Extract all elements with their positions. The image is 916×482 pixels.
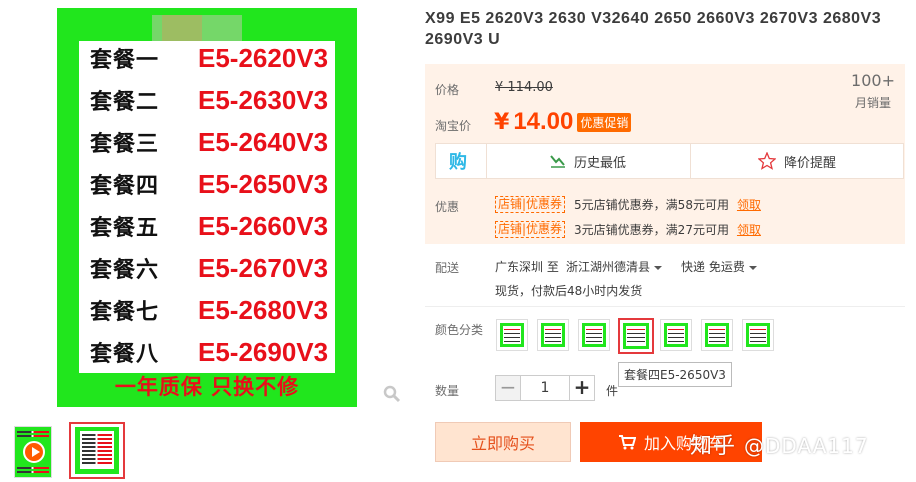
ship-method-select[interactable]: 快递 免运费 xyxy=(681,258,757,275)
package-row: 套餐一 E5-2620V3 xyxy=(90,38,340,78)
package-name: 套餐七 xyxy=(90,299,160,325)
ship-from: 广东深圳 至 xyxy=(495,260,559,274)
package-model: E5-2640V3 xyxy=(198,126,329,157)
package-name: 套餐二 xyxy=(90,89,160,115)
sales-label: 月销量 xyxy=(854,96,891,110)
zoom-icon[interactable] xyxy=(383,385,401,403)
color-option[interactable] xyxy=(496,319,528,351)
coupon-row: 店铺|优惠券 3元店铺优惠券，满27元可用 领取 xyxy=(495,221,761,238)
sales-count: 100+ xyxy=(851,71,895,90)
coupon-tag: 店铺|优惠券 xyxy=(495,196,566,213)
ship-to-select[interactable]: 浙江湖州德清县 xyxy=(566,258,663,275)
star-icon xyxy=(757,152,776,170)
thumbnail-image-selected[interactable] xyxy=(69,422,125,479)
coupon-text: 5元店铺优惠券，满58元可用 xyxy=(574,198,729,212)
current-price-group: ¥ 14.00 优惠促销 xyxy=(494,108,632,136)
coupon-text: 3元店铺优惠券，满27元可用 xyxy=(574,223,729,237)
currency-symbol: ¥ xyxy=(494,109,510,135)
package-name: 套餐三 xyxy=(90,131,160,157)
coupon-get-link[interactable]: 领取 xyxy=(737,221,761,238)
package-row: 套餐三 E5-2640V3 xyxy=(90,122,340,162)
package-row: 套餐二 E5-2630V3 xyxy=(90,80,340,120)
coupon-row: 店铺|优惠券 5元店铺优惠券，满58元可用 领取 xyxy=(495,196,761,213)
color-tooltip: 套餐四E5-2650V3 xyxy=(618,362,732,387)
package-model: E5-2690V3 xyxy=(198,336,329,367)
trend-down-icon xyxy=(550,155,565,168)
package-row: 套餐五 E5-2660V3 xyxy=(90,206,340,246)
package-row: 套餐八 E5-2690V3 xyxy=(90,332,340,372)
chevron-down-icon xyxy=(654,265,663,270)
watermark-brand: 知乎 xyxy=(690,434,737,459)
divider xyxy=(425,306,905,307)
package-name: 套餐五 xyxy=(90,215,160,241)
ship-method: 快递 免运费 xyxy=(681,260,745,274)
taobao-price-label: 淘宝价 xyxy=(435,119,472,133)
price-alert-label: 降价提醒 xyxy=(783,155,836,171)
coupon-label: 优惠 xyxy=(435,200,460,214)
coupon-get-link[interactable]: 领取 xyxy=(737,196,761,213)
quantity-plus-button[interactable]: + xyxy=(569,375,595,401)
history-lowest-button[interactable]: 历史最低 xyxy=(486,144,691,178)
thumbnail-video[interactable] xyxy=(14,426,52,478)
buy-now-button[interactable]: 立即购买 xyxy=(435,422,571,462)
history-lowest-label: 历史最低 xyxy=(573,155,626,171)
ship-to: 浙江湖州德清县 xyxy=(566,260,651,274)
color-option[interactable] xyxy=(578,319,610,351)
package-name: 套餐八 xyxy=(90,341,160,367)
package-name: 套餐六 xyxy=(90,257,160,283)
color-option-selected[interactable] xyxy=(618,318,654,354)
color-option[interactable] xyxy=(701,319,733,351)
package-model: E5-2630V3 xyxy=(198,84,329,115)
buy-now-label: 立即购买 xyxy=(470,434,535,453)
watermark-user: @DDAA117 xyxy=(744,434,869,458)
package-model: E5-2660V3 xyxy=(198,210,329,241)
color-label: 颜色分类 xyxy=(435,323,484,337)
original-price: ¥ 114.00 xyxy=(495,80,553,95)
zhihu-watermark: 知乎 @DDAA117 xyxy=(690,428,869,460)
package-model: E5-2620V3 xyxy=(198,42,329,73)
delivery-label: 配送 xyxy=(435,261,460,275)
svg-text:购: 购 xyxy=(449,151,467,172)
package-model: E5-2680V3 xyxy=(198,294,329,325)
package-name: 套餐四 xyxy=(90,173,160,199)
delivery-note: 现货，付款后48小时内发货 xyxy=(495,284,643,298)
package-row: 套餐六 E5-2670V3 xyxy=(90,248,340,288)
current-price: 14.00 xyxy=(513,108,574,135)
quantity-input[interactable]: 1 xyxy=(521,375,569,401)
price-history-bar: 购 历史最低 降价提醒 xyxy=(435,143,904,179)
chevron-down-icon xyxy=(748,265,757,270)
color-option[interactable] xyxy=(660,319,692,351)
coupon-tag: 店铺|优惠券 xyxy=(495,221,566,238)
taobao-gou-icon: 购 xyxy=(436,144,487,178)
color-option[interactable] xyxy=(537,319,569,351)
cart-icon xyxy=(618,435,636,450)
package-name: 套餐一 xyxy=(90,47,160,73)
quantity-minus-button[interactable]: − xyxy=(495,375,521,401)
color-option[interactable] xyxy=(742,319,774,351)
package-row: 套餐四 E5-2650V3 xyxy=(90,164,340,204)
package-row: 套餐七 E5-2680V3 xyxy=(90,290,340,330)
play-icon[interactable] xyxy=(23,441,45,463)
warranty-text: 一年质保 只换不修 xyxy=(114,375,300,399)
package-model: E5-2670V3 xyxy=(198,252,329,283)
product-title: X99 E5 2620V3 2630 V32640 2650 2660V3 26… xyxy=(425,10,882,48)
main-product-image[interactable]: 套餐一 E5-2620V3 套餐二 E5-2630V3 套餐三 E5-2640V… xyxy=(57,8,357,407)
price-label: 价格 xyxy=(435,83,460,97)
quantity-label: 数量 xyxy=(435,384,460,398)
price-alert-button[interactable]: 降价提醒 xyxy=(691,144,903,178)
quantity-unit: 件 xyxy=(606,384,619,398)
package-model: E5-2650V3 xyxy=(198,168,329,199)
promo-badge: 优惠促销 xyxy=(577,112,632,132)
